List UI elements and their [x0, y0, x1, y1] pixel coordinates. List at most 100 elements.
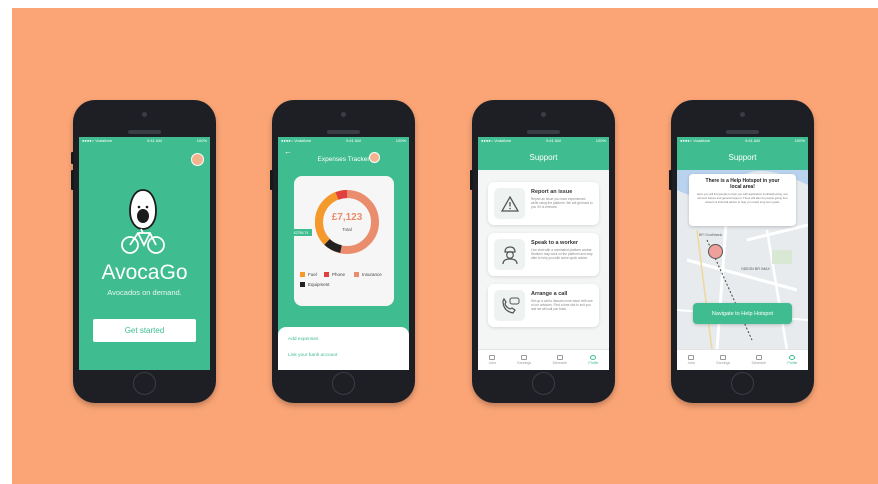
- page-title: Support: [478, 144, 609, 170]
- legend-phone: Phone: [324, 272, 345, 277]
- legend-label: Fuel: [308, 272, 317, 277]
- tab-schedule[interactable]: Schedule: [751, 355, 766, 365]
- tab-profile[interactable]: Profile: [588, 355, 598, 365]
- background-canvas: ●●●●○ Vodafone 9:41 AM 100% AvocaGo Avoc…: [12, 8, 878, 484]
- carrier-text: ●●●●○ Vodafone: [481, 138, 512, 143]
- card-description: Set up a call to discuss more issue with…: [531, 299, 593, 312]
- front-camera: [740, 112, 745, 117]
- map-label-bfi-southbank: BFI Southbank: [699, 233, 723, 237]
- speaker: [726, 130, 759, 134]
- profile-icon: [789, 355, 796, 360]
- battery-text: 100%: [196, 138, 207, 143]
- time-text: 9:41 AM: [346, 138, 361, 143]
- speaker: [527, 130, 560, 134]
- speak-to-worker-card[interactable]: Speak to a worker Live chat with a nomin…: [488, 233, 599, 276]
- tab-earnings[interactable]: Earnings: [517, 355, 531, 365]
- phone-help-hotspot: ●●●●○ Vodafone 9:41 AM 100% Support Ther…: [669, 100, 814, 403]
- arrange-call-card[interactable]: Arrange a call Set up a call to discuss …: [488, 284, 599, 327]
- expenses-donut-chart: [315, 190, 379, 254]
- card-title: Arrange a call: [531, 291, 568, 297]
- get-started-button[interactable]: Get started: [93, 319, 196, 342]
- tab-label: Profile: [588, 361, 599, 365]
- legend-label: Insurance: [362, 272, 382, 277]
- link-bank-account-link[interactable]: Link your bank account: [288, 353, 337, 358]
- carrier-text: ●●●●○ Vodafone: [281, 138, 312, 143]
- schedule-icon: [556, 355, 563, 360]
- volume-button: [71, 170, 74, 190]
- popup-title: There is a Help Hotspot in your local ar…: [705, 178, 780, 190]
- home-button: [332, 372, 355, 395]
- volume-button: [470, 170, 473, 190]
- tagline: Avocados on demand.: [107, 288, 182, 297]
- help-hotspot-popup: There is a Help Hotspot in your local ar…: [689, 174, 796, 226]
- page-title: Support: [677, 144, 808, 170]
- hotspot-pin-icon[interactable]: [708, 244, 723, 259]
- time-text: 9:41 AM: [147, 138, 162, 143]
- home-button: [532, 372, 555, 395]
- jobs-icon: [489, 355, 496, 360]
- add-expenses-link[interactable]: Add expenses: [288, 337, 318, 342]
- speaker: [128, 130, 161, 134]
- map-label-odeon-bfi-imax: ODEON BFI IMAX: [741, 267, 770, 271]
- status-bar: ●●●●○ Vodafone 9:41 AM 100%: [278, 137, 409, 144]
- legend-label: Equipment: [308, 282, 330, 287]
- phone-support: ●●●●○ Vodafone 9:41 AM 100% Support Repo…: [470, 100, 615, 403]
- tab-label: Schedule: [751, 361, 767, 365]
- tab-jobs[interactable]: Jobs: [489, 355, 496, 365]
- worker-icon: [494, 239, 525, 270]
- links-panel: Add expenses Link your bank account: [278, 327, 409, 370]
- carrier-text: ●●●●○ Vodafone: [82, 138, 113, 143]
- profile-avatar[interactable]: [369, 152, 380, 163]
- tab-label: Earnings: [716, 361, 731, 365]
- phone-segment: [335, 190, 348, 200]
- chart-card: £7,123 Total £2756.74 Fuel Phone Insuran…: [290, 176, 394, 306]
- tab-label: Jobs: [488, 361, 497, 365]
- back-arrow-icon[interactable]: ←: [284, 147, 292, 156]
- tab-jobs[interactable]: Jobs: [688, 355, 695, 365]
- tab-label: Earnings: [517, 361, 532, 365]
- legend-fuel: Fuel: [300, 272, 317, 277]
- tab-label: Jobs: [687, 361, 696, 365]
- profile-icon: [590, 355, 597, 360]
- speaker: [327, 130, 360, 134]
- tab-profile[interactable]: Profile: [787, 355, 797, 365]
- bottom-tab-bar: Jobs Earnings Schedule Profile: [478, 349, 609, 370]
- tab-label: Schedule: [552, 361, 568, 365]
- support-screen: ●●●●○ Vodafone 9:41 AM 100% Support Repo…: [478, 137, 609, 370]
- tab-label: Profile: [787, 361, 798, 365]
- avocado-bike-logo-icon: [121, 189, 165, 254]
- earnings-icon: [720, 355, 727, 360]
- volume-button: [270, 170, 273, 190]
- time-text: 9:41 AM: [546, 138, 561, 143]
- app-name: AvocaGo: [101, 261, 188, 284]
- home-button: [731, 372, 754, 395]
- status-bar: ●●●●○ Vodafone 9:41 AM 100%: [79, 137, 210, 144]
- profile-avatar[interactable]: [191, 153, 204, 166]
- report-issue-card[interactable]: Report an issue Report an issue you have…: [488, 182, 599, 225]
- card-title: Speak to a worker: [531, 240, 579, 246]
- front-camera: [142, 112, 147, 117]
- hotspot-screen: ●●●●○ Vodafone 9:41 AM 100% Support Ther…: [677, 137, 808, 370]
- expense-callout: £2756.74: [290, 229, 312, 236]
- total-label: Total: [342, 227, 352, 232]
- battery-text: 100%: [395, 138, 406, 143]
- tab-earnings[interactable]: Earnings: [716, 355, 730, 365]
- legend-label: Phone: [332, 272, 346, 277]
- card-description: Report an issue you have experienced whi…: [531, 197, 593, 210]
- home-button: [133, 372, 156, 395]
- expenses-screen: ●●●●○ Vodafone 9:41 AM 100% ← Expenses T…: [278, 137, 409, 370]
- time-text: 9:41 AM: [745, 138, 760, 143]
- carrier-text: ●●●●○ Vodafone: [680, 138, 711, 143]
- legend-insurance: Insurance: [354, 272, 382, 277]
- page-title: Expenses Tracker: [317, 156, 370, 163]
- mute-switch: [71, 152, 74, 164]
- front-camera: [541, 112, 546, 117]
- front-camera: [341, 112, 346, 117]
- navigate-to-hotspot-button[interactable]: Navigate to Help Hotspot: [693, 303, 792, 324]
- phone-welcome: ●●●●○ Vodafone 9:41 AM 100% AvocaGo Avoc…: [71, 100, 216, 403]
- phone-expenses: ●●●●○ Vodafone 9:41 AM 100% ← Expenses T…: [270, 100, 415, 403]
- card-description: Live chat with a nominated platform work…: [531, 248, 593, 261]
- tab-schedule[interactable]: Schedule: [552, 355, 567, 365]
- battery-text: 100%: [794, 138, 805, 143]
- total-amount: £7,123: [331, 212, 363, 223]
